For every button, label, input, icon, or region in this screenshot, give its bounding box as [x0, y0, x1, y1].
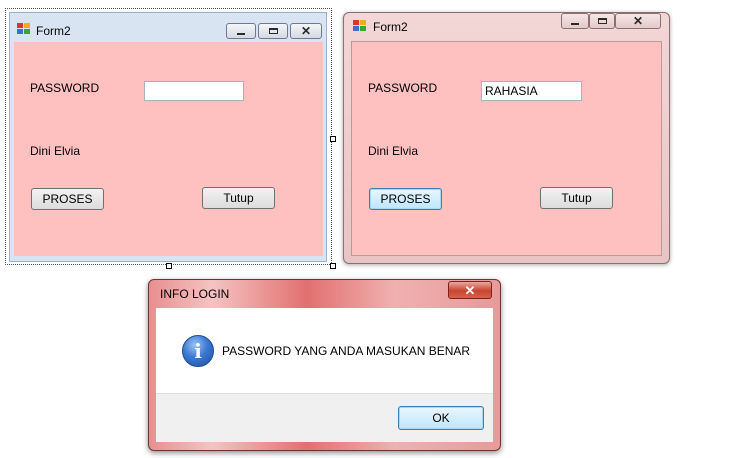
- minimize-icon: [237, 33, 245, 35]
- dialog-close-button[interactable]: ✕: [448, 281, 492, 299]
- resize-handle-corner[interactable]: [330, 263, 336, 269]
- dialog-ok-button[interactable]: OK: [398, 406, 484, 430]
- running-password-input[interactable]: RAHASIA: [481, 81, 582, 101]
- information-icon: i: [182, 335, 214, 367]
- running-name-label: Dini Elvia: [368, 144, 419, 158]
- resize-handle-bottom[interactable]: [166, 263, 172, 269]
- running-form-title: Form2: [373, 20, 408, 34]
- close-icon: ✕: [464, 282, 476, 298]
- maximize-icon: [268, 28, 278, 34]
- design-form-title: Form2: [36, 24, 71, 38]
- dialog-title: INFO LOGIN: [160, 287, 230, 301]
- running-proses-button[interactable]: PROSES: [369, 188, 442, 210]
- running-minimize-button[interactable]: [561, 13, 589, 29]
- resize-handle-right[interactable]: [330, 136, 336, 142]
- close-icon: ✕: [300, 24, 312, 38]
- design-close-button[interactable]: ✕: [290, 23, 322, 39]
- design-maximize-button[interactable]: [258, 23, 288, 39]
- design-proses-button[interactable]: PROSES: [31, 188, 104, 210]
- design-password-label: PASSWORD: [30, 81, 100, 95]
- running-close-button[interactable]: ✕: [615, 13, 661, 29]
- design-tutup-button[interactable]: Tutup: [202, 187, 275, 209]
- running-tutup-button[interactable]: Tutup: [540, 187, 613, 209]
- maximize-icon: [597, 18, 607, 24]
- design-name-label: Dini Elvia: [30, 144, 81, 158]
- design-minimize-button[interactable]: [226, 23, 256, 39]
- form-app-icon: [353, 20, 367, 32]
- running-password-label: PASSWORD: [368, 81, 438, 95]
- design-password-input[interactable]: [144, 81, 244, 101]
- running-maximize-button[interactable]: [589, 13, 615, 29]
- close-icon: ✕: [632, 14, 644, 28]
- form-app-icon: [17, 23, 31, 35]
- minimize-icon: [571, 23, 579, 25]
- dialog-message: PASSWORD YANG ANDA MASUKAN BENAR: [222, 344, 471, 358]
